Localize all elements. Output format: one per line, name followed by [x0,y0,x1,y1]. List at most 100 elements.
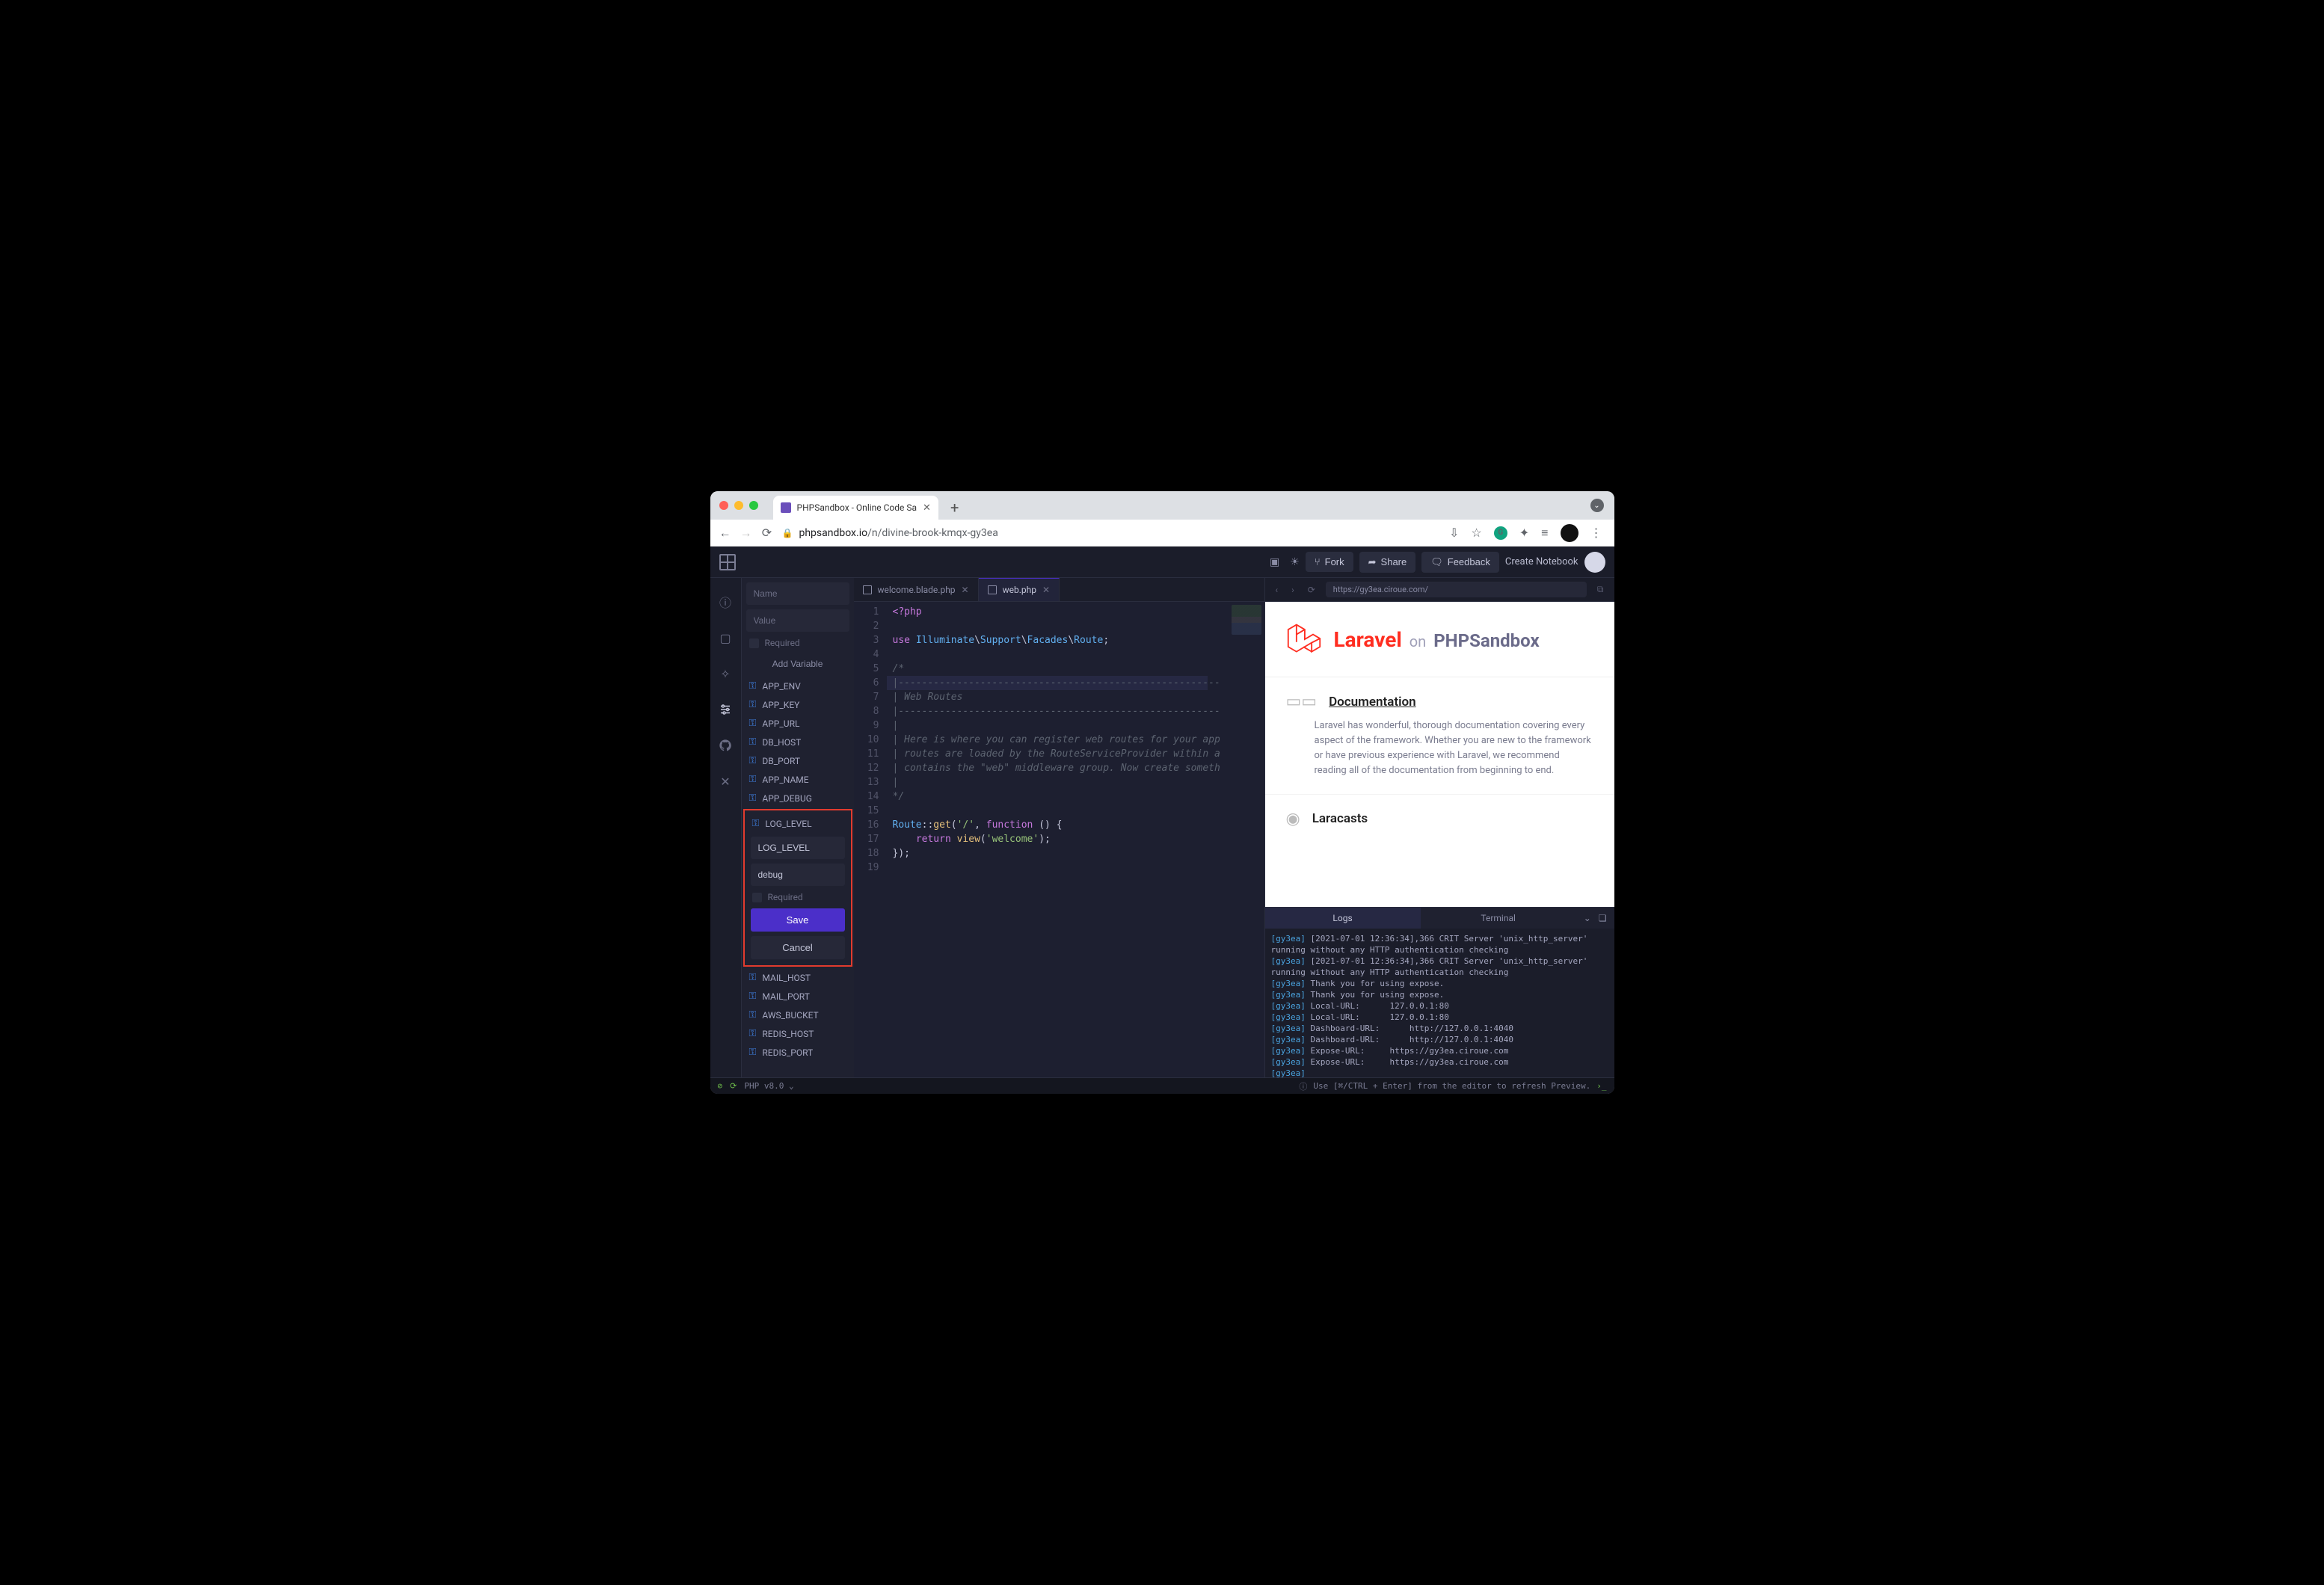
rail-extensions-icon[interactable]: ✧ [718,666,733,681]
rail-github-icon[interactable] [718,738,733,753]
editor-tabs: welcome.blade.php✕web.php✕ [854,578,1264,602]
env-item[interactable]: ⚿APP_NAME [742,770,854,789]
tab-close-icon[interactable]: ✕ [962,585,969,595]
bookmark-icon[interactable]: ☆ [1471,526,1481,540]
minimap[interactable] [1220,602,1264,1077]
env-edit-value-input[interactable] [751,864,845,886]
new-tab-button[interactable]: + [950,500,959,520]
header-tools: ▣ ☀ [1270,556,1300,568]
env-item[interactable]: ⚿DB_HOST [742,733,854,751]
env-item[interactable]: ⚿REDIS_PORT [742,1043,854,1062]
window-minimize[interactable] [734,501,743,510]
env-item[interactable]: ⚿DB_PORT [742,751,854,770]
tab-close-icon[interactable]: ✕ [923,502,931,514]
reading-list-icon[interactable]: ≡ [1541,526,1548,541]
tab-close-icon[interactable]: ✕ [1042,585,1050,595]
env-item[interactable]: ⚿REDIS_HOST [742,1024,854,1043]
status-caret-icon[interactable]: ›_ [1596,1081,1606,1091]
cancel-button[interactable]: Cancel [751,936,845,959]
preview-laracasts-section: ◉ Laracasts [1265,795,1614,833]
hero-text: Laravel on PHPSandbox [1334,627,1540,652]
env-value-input[interactable] [746,609,849,632]
preview-forward-icon[interactable]: › [1288,585,1297,595]
extensions-icon[interactable]: ✦ [1519,526,1529,540]
line-gutter: 12345678910111213141516171819 [854,602,887,1077]
profile-avatar[interactable] [1561,524,1578,542]
env-edit-name-input[interactable] [751,837,845,859]
theme-toggle-icon[interactable]: ☀ [1290,556,1300,568]
env-item[interactable]: ⚿MAIL_PORT [742,987,854,1006]
preview-open-external-icon[interactable]: ⧉ [1594,584,1607,595]
save-button[interactable]: Save [751,908,845,932]
nav-back-icon[interactable]: ← [719,526,731,541]
env-var-name: APP_ENV [762,681,800,692]
key-icon: ⚿ [749,972,757,983]
feedback-button[interactable]: 🗨 Feedback [1421,552,1499,573]
env-var-name: MAIL_PORT [762,991,809,1002]
fork-button[interactable]: ⑂ Fork [1306,552,1353,572]
env-item[interactable]: ⚿AWS_BUCKET [742,1006,854,1024]
env-var-name: DB_PORT [762,756,800,766]
env-item[interactable]: ⚿APP_DEBUG [742,789,854,807]
editor-tab[interactable]: web.php✕ [979,578,1060,601]
browser-tab[interactable]: PHPSandbox - Online Code Sa ✕ [773,496,938,520]
console-split-icon[interactable]: ❏ [1599,913,1607,923]
env-panel: Required Add Variable ⚿APP_ENV⚿APP_KEY⚿A… [742,578,854,1077]
env-item[interactable]: ⚿ LOG_LEVEL [748,815,848,832]
add-variable-button[interactable]: Add Variable [742,654,854,677]
required-label: Required [768,892,803,902]
share-button[interactable]: ➦ Share [1359,552,1416,573]
nav-forward-icon[interactable]: → [740,526,752,541]
code-content[interactable]: <?php use Illuminate\Support\Facades\Rou… [887,602,1220,1077]
camera-icon: ◉ [1286,810,1300,828]
console-tabs: Logs Terminal ⌄ ❏ [1265,908,1614,929]
editor-tab[interactable]: welcome.blade.php✕ [854,578,979,601]
env-name-input[interactable] [746,582,849,605]
preview-back-icon[interactable]: ‹ [1273,585,1282,595]
preview-column: ‹ › ⟳ https://gy3ea.ciroue.com/ ⧉ Larave… [1265,578,1614,1077]
package-icon[interactable]: ▣ [1270,556,1279,568]
browser-window: PHPSandbox - Online Code Sa ✕ + ⌄ ← → ⟳ … [710,491,1614,1094]
checkbox-icon[interactable] [749,638,759,648]
env-item[interactable]: ⚿APP_URL [742,714,854,733]
env-item[interactable]: ⚿ MAIL_HOST [742,968,854,987]
rail-info-icon[interactable]: ⓘ [718,594,733,609]
key-icon: ⚿ [752,818,760,829]
window-maximize[interactable] [749,501,758,510]
env-edit-required-row[interactable]: Required [748,890,848,904]
browser-menu-icon[interactable]: ⋮ [1590,526,1602,540]
preview-url[interactable]: https://gy3ea.ciroue.com/ [1326,582,1587,597]
tab-overflow-icon[interactable]: ⌄ [1590,499,1604,512]
tab-terminal[interactable]: Terminal [1421,908,1576,929]
window-close[interactable] [719,501,728,510]
console-output[interactable]: [gy3ea] [2021-07-01 12:36:34],366 CRIT S… [1265,929,1614,1077]
rail-tools-icon[interactable]: ✕ [718,774,733,789]
preview-reload-icon[interactable]: ⟳ [1305,585,1318,595]
user-avatar[interactable] [1584,552,1605,573]
preview-hero: Laravel on PHPSandbox [1265,602,1614,677]
create-notebook-link[interactable]: Create Notebook [1505,556,1578,567]
env-var-name: AWS_BUCKET [762,1010,818,1021]
app-header: ▣ ☀ ⑂ Fork ➦ Share 🗨 Feedback Create Not… [710,547,1614,578]
env-required-row[interactable]: Required [742,632,854,654]
console-chevron-icon[interactable]: ⌄ [1584,913,1591,923]
env-item[interactable]: ⚿APP_ENV [742,677,854,695]
editor-area[interactable]: 12345678910111213141516171819 <?php use … [854,602,1264,1077]
rail-env-icon[interactable] [718,702,733,717]
env-var-name: REDIS_PORT [762,1047,813,1058]
tab-logs[interactable]: Logs [1265,908,1421,929]
nav-reload-icon[interactable]: ⟳ [761,526,773,540]
key-icon: ⚿ [749,699,757,710]
download-icon[interactable]: ⇩ [1449,526,1459,540]
doc-link[interactable]: Documentation [1329,695,1416,710]
url-field[interactable]: 🔒 phpsandbox.io/n/divine-brook-kmqx-gy3e… [782,527,1441,539]
env-var-name: MAIL_HOST [762,973,811,983]
php-version[interactable]: PHP v8.0 ⌄ [744,1081,793,1091]
tab-favicon [781,502,791,513]
preview-frame[interactable]: Laravel on PHPSandbox ▭▭ Documentation L… [1265,602,1614,907]
rail-files-icon[interactable]: ▢ [718,630,733,645]
env-item[interactable]: ⚿APP_KEY [742,695,854,714]
layout-toggle-icon[interactable] [719,554,736,570]
checkbox-icon[interactable] [752,893,762,902]
extension-grammarly-icon[interactable]: G [1494,526,1507,540]
